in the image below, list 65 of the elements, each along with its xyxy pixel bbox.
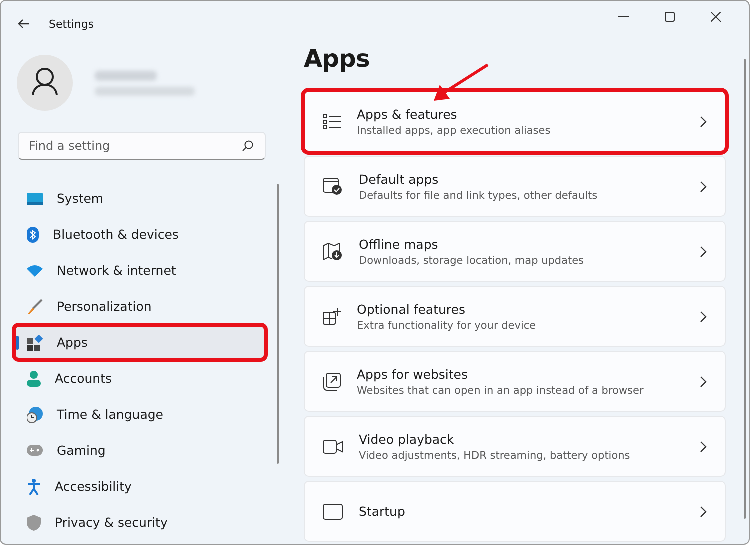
- minimize-icon[interactable]: [618, 16, 629, 18]
- card-title: Offline maps: [359, 236, 440, 252]
- chevron-icon: [700, 310, 707, 322]
- person-icon: [27, 370, 41, 386]
- card-description: Installed apps, app execution aliases: [357, 124, 552, 136]
- sidebar-item[interactable]: System: [15, 182, 265, 215]
- bluetooth-icon: [27, 226, 39, 242]
- settings-card[interactable]: Optional features Extra functionality for your device: [304, 286, 726, 347]
- avatar-icon: [17, 55, 73, 111]
- shield-icon: [27, 514, 41, 530]
- chevron-icon: [700, 506, 707, 518]
- video-camera-icon: [323, 440, 343, 454]
- wifi-icon: [27, 264, 43, 276]
- back-arrow-icon[interactable]: [18, 19, 30, 29]
- page-title: Apps: [304, 45, 370, 73]
- settings-card[interactable]: Offline maps Downloads, storage location, map updates: [304, 221, 726, 282]
- chevron-icon: [700, 376, 707, 388]
- window-check-icon: [323, 178, 343, 196]
- sidebar-item[interactable]: Personalization: [15, 290, 265, 323]
- apps-icon: [27, 334, 43, 350]
- globe-clock-icon: [27, 406, 43, 422]
- startup-icon: [323, 504, 343, 520]
- sidebar-item[interactable]: Accounts: [15, 362, 265, 395]
- maximize-icon[interactable]: [665, 12, 675, 22]
- sidebar-item[interactable]: Apps: [15, 326, 265, 359]
- card-description: Downloads, storage location, map updates: [359, 254, 586, 266]
- chevron-icon: [700, 116, 707, 128]
- card-title: Apps & features: [357, 106, 458, 122]
- annotation-arrow: [432, 63, 490, 103]
- card-title: Startup: [359, 504, 406, 519]
- card-title: Optional features: [357, 302, 466, 316]
- card-title: Apps for websites: [357, 366, 470, 382]
- card-title: Default apps: [359, 172, 440, 186]
- settings-card[interactable]: Apps for websites Websites that can open in an app instead of a browser: [304, 351, 726, 412]
- blurred-name: [95, 70, 157, 80]
- sidebar-item[interactable]: Bluetooth & devices: [15, 218, 265, 251]
- close-icon[interactable]: [711, 12, 721, 22]
- settings-card[interactable]: Video playback Video adjustments, HDR streaming, battery options: [304, 416, 726, 477]
- brush-icon: [27, 298, 43, 314]
- grid-plus-icon: [323, 308, 341, 326]
- window-title: Settings: [49, 18, 94, 30]
- card-description: Websites that can open in an app instead of a browser: [357, 384, 645, 396]
- accessibility-icon: [27, 478, 41, 494]
- card-description: Extra functionality for your device: [357, 320, 538, 332]
- sidebar-item[interactable]: Gaming: [15, 434, 265, 467]
- search-field[interactable]: Find a setting: [18, 132, 266, 160]
- chevron-icon: [700, 440, 707, 452]
- list-icon: [323, 114, 341, 130]
- map-download-icon: [323, 242, 343, 260]
- sidebar-item[interactable]: Time & language: [15, 398, 265, 431]
- card-description: Video adjustments, HDR streaming, battery options: [359, 450, 632, 462]
- gamepad-icon: [27, 445, 43, 456]
- open-window-icon: [323, 372, 341, 390]
- sidebar-item[interactable]: Accessibility: [15, 470, 265, 503]
- sidebar-item[interactable]: Privacy & security: [15, 506, 265, 539]
- card-title: Video playback: [359, 432, 456, 446]
- settings-card[interactable]: Apps & features Installed apps, app execution aliases: [304, 91, 726, 152]
- sidebar-item[interactable]: Network & internet: [15, 254, 265, 287]
- chevron-icon: [700, 246, 707, 258]
- settings-card[interactable]: Startup: [304, 481, 726, 542]
- chevron-icon: [700, 180, 707, 192]
- search-icon: [242, 140, 254, 152]
- settings-card[interactable]: Default apps Defaults for file and link types, other defaults: [304, 156, 726, 217]
- monitor-icon: [27, 192, 43, 204]
- card-description: Defaults for file and link types, other defaults: [359, 190, 599, 202]
